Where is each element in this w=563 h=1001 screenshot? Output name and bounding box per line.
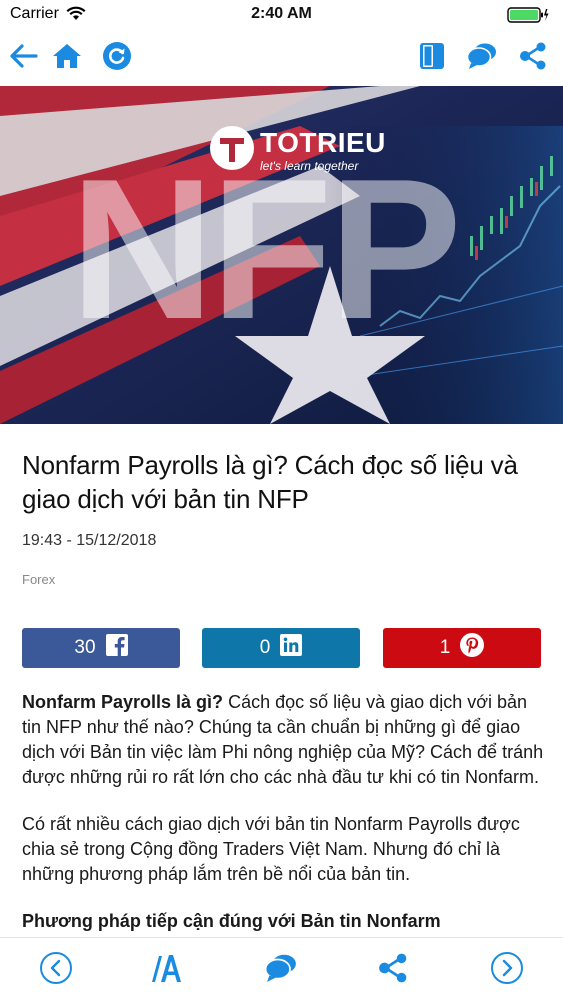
next-article-button[interactable] bbox=[487, 950, 527, 990]
article-body: Nonfarm Payrolls là gì? Cách đọc số liệu… bbox=[22, 690, 544, 934]
share-icon bbox=[377, 952, 409, 989]
previous-article-button[interactable] bbox=[36, 950, 76, 990]
book-icon bbox=[418, 41, 446, 76]
share-icon bbox=[518, 41, 548, 76]
clock: 2:40 AM bbox=[251, 5, 312, 22]
arrow-left-icon bbox=[9, 43, 39, 74]
article-paragraph: Có rất nhiều cách giao dịch với bản tin … bbox=[22, 814, 520, 884]
chevron-left-circle-icon bbox=[39, 951, 73, 990]
chat-bubble-icon bbox=[466, 41, 498, 76]
section-heading: Phương pháp tiếp cận đúng với Bản tin No… bbox=[22, 911, 441, 931]
article-header: Nonfarm Payrolls là gì? Cách đọc số liệu… bbox=[22, 448, 547, 587]
chevron-right-circle-icon bbox=[490, 951, 524, 990]
bottom-toolbar bbox=[0, 937, 563, 1001]
hero-headline: NFP bbox=[70, 138, 462, 361]
bookmark-button[interactable] bbox=[414, 40, 450, 76]
article-date: 19:43 - 15/12/2018 bbox=[22, 532, 157, 549]
comments-toolbar-button[interactable] bbox=[261, 950, 301, 990]
battery-icon bbox=[507, 6, 549, 29]
pinterest-icon bbox=[460, 633, 485, 663]
refresh-button[interactable] bbox=[99, 40, 135, 76]
back-button[interactable] bbox=[6, 40, 42, 76]
article-title: Nonfarm Payrolls là gì? Cách đọc số liệu… bbox=[22, 450, 518, 514]
home-button[interactable] bbox=[49, 40, 85, 76]
font-size-button[interactable] bbox=[146, 950, 186, 990]
pinterest-share-button[interactable]: 1 bbox=[383, 628, 541, 668]
facebook-count: 30 bbox=[74, 637, 96, 658]
share-button[interactable] bbox=[515, 40, 551, 76]
font-size-icon bbox=[149, 952, 183, 989]
paragraph-lead: Nonfarm Payrolls là gì? bbox=[22, 692, 224, 712]
comments-button[interactable] bbox=[464, 40, 500, 76]
linkedin-count: 0 bbox=[259, 637, 271, 658]
article-paragraph: Nonfarm Payrolls là gì? Cách đọc số liệu… bbox=[22, 690, 544, 790]
status-bar: Carrier 2:40 AM bbox=[0, 0, 563, 30]
linkedin-icon bbox=[280, 634, 303, 662]
hero-image: TOTRIEU let's learn together NFP bbox=[0, 86, 563, 424]
pinterest-count: 1 bbox=[439, 637, 451, 658]
refresh-icon bbox=[102, 41, 132, 76]
chat-bubble-icon bbox=[264, 952, 298, 989]
facebook-icon bbox=[105, 634, 128, 662]
share-toolbar-button[interactable] bbox=[373, 950, 413, 990]
home-icon bbox=[52, 42, 82, 75]
facebook-share-button[interactable]: 30 bbox=[22, 628, 180, 668]
linkedin-share-button[interactable]: 0 bbox=[202, 628, 360, 668]
share-buttons: 30 0 1 bbox=[22, 628, 541, 668]
nav-bar bbox=[0, 30, 563, 86]
article-category[interactable]: Forex bbox=[22, 572, 547, 587]
